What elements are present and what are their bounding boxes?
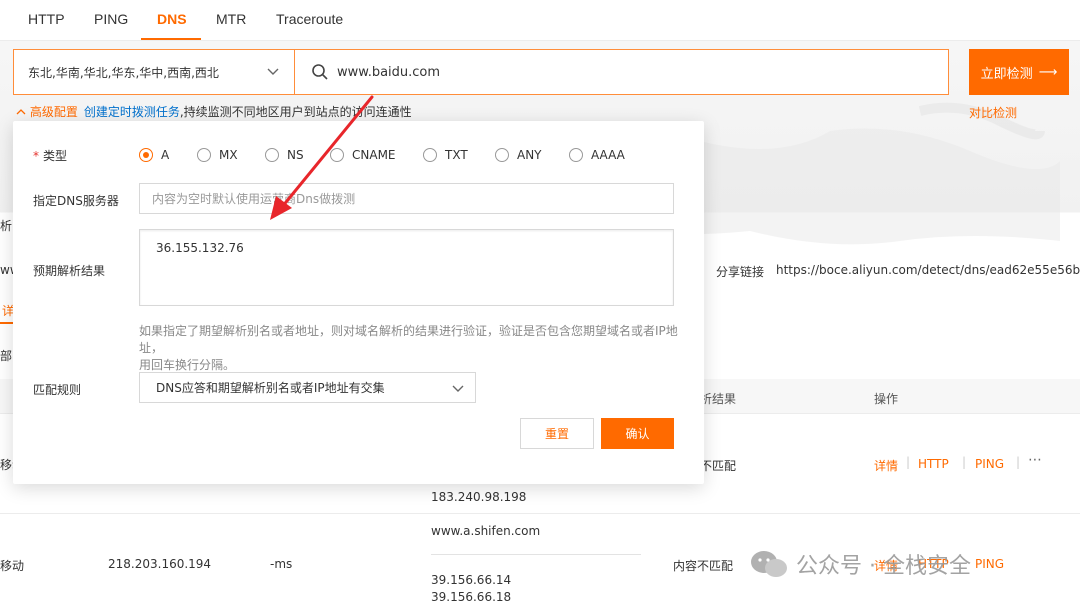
divider: |: [906, 455, 911, 469]
row-ip-line: 39.156.66.18: [431, 590, 512, 604]
row-match-status: 内容不匹配: [673, 559, 734, 573]
advanced-note: ,持续监测不同地区用户到站点的访问连通性: [179, 105, 412, 119]
dns-server-input[interactable]: 内容为空时默认使用运营商Dns做拨测: [139, 183, 674, 214]
radio-indicator: [265, 148, 279, 162]
radio-indicator: [330, 148, 344, 162]
radio-indicator: [423, 148, 437, 162]
expected-result-value: 36.155.132.76: [156, 241, 244, 255]
radio-label: NS: [287, 148, 304, 162]
chevron-up-icon: [16, 109, 26, 115]
active-tab-indicator: [141, 38, 201, 40]
chevron-down-icon: [266, 64, 280, 81]
row-ip: 183.240.98.198: [431, 490, 527, 504]
row-cname: www.a.shifen.com: [431, 524, 541, 538]
tab-ping[interactable]: PING: [94, 11, 128, 27]
advanced-toggle[interactable]: 高级配置: [16, 103, 78, 120]
protocol-tabs: HTTP PING DNS MTR Traceroute: [0, 0, 1080, 41]
wechat-icon: [751, 551, 787, 577]
radio-label: MX: [219, 148, 238, 162]
radio-indicator: [569, 148, 583, 162]
radio-indicator: [139, 148, 153, 162]
tab-traceroute[interactable]: Traceroute: [276, 11, 343, 27]
arrow-right-icon: ⟶: [1038, 64, 1058, 80]
row-divider: [0, 513, 1080, 514]
radio-mx[interactable]: MX: [197, 148, 238, 162]
partial-text: 析: [0, 219, 13, 233]
radio-label: TXT: [445, 148, 468, 162]
row-ping-link[interactable]: PING: [975, 457, 1004, 471]
type-label: * 类型: [33, 147, 67, 164]
more-icon[interactable]: ⋯: [1028, 452, 1043, 468]
row-carrier: 移动: [0, 559, 25, 573]
column-header-operation: 操作: [874, 392, 899, 406]
divider: |: [962, 455, 967, 469]
confirm-button[interactable]: 确认: [601, 418, 674, 449]
row-ip-line: 39.156.66.14: [431, 573, 512, 587]
detect-button[interactable]: 立即检测 ⟶: [969, 49, 1069, 95]
reset-button[interactable]: 重置: [520, 418, 594, 449]
match-rule-value: DNS应答和期望解析别名或者IP地址有交集: [156, 381, 385, 395]
row-match-status: 不匹配: [700, 459, 737, 473]
radio-any[interactable]: ANY: [495, 148, 542, 162]
tab-dns[interactable]: DNS: [157, 11, 187, 27]
detect-button-label: 立即检测: [980, 66, 1033, 82]
tab-http[interactable]: HTTP: [28, 11, 65, 27]
radio-label: CNAME: [352, 148, 396, 162]
expected-result-hint: 如果指定了期望解析别名或者地址，则对域名解析的结果进行验证，验证是否包含您期望域…: [139, 323, 679, 374]
match-rule-label: 匹配规则: [33, 383, 82, 397]
chevron-down-icon: [451, 381, 465, 398]
row-http-link[interactable]: HTTP: [918, 457, 949, 471]
radio-cname[interactable]: CNAME: [330, 148, 396, 162]
url-input[interactable]: www.baidu.com: [294, 49, 949, 95]
tab-mtr[interactable]: MTR: [216, 11, 246, 27]
advanced-toggle-label: 高级配置: [29, 105, 78, 119]
row-ip: 218.203.160.194: [108, 557, 212, 571]
type-label-text: 类型: [43, 149, 68, 163]
expected-result-label: 预期解析结果: [33, 264, 106, 278]
match-rule-select[interactable]: DNS应答和期望解析别名或者IP地址有交集: [139, 372, 476, 403]
region-select[interactable]: 东北,华南,华北,华东,华中,西南,西北: [13, 49, 295, 95]
radio-txt[interactable]: TXT: [423, 148, 468, 162]
radio-label: ANY: [517, 148, 542, 162]
partial-text: 部: [0, 349, 13, 363]
radio-label: A: [161, 148, 170, 162]
partial-underline: [0, 322, 13, 324]
create-task-link[interactable]: 创建定时拨测任务: [84, 105, 180, 119]
row-response-time: -ms: [270, 557, 293, 571]
radio-label: AAAA: [591, 148, 625, 162]
column-header-result: 析结果: [700, 392, 737, 406]
advanced-config-modal: * 类型 A MX NS CNAME TXT ANY AAAA 指定DNS服务器 …: [13, 121, 704, 484]
radio-indicator: [495, 148, 509, 162]
divider: |: [1016, 455, 1021, 469]
required-mark: *: [33, 149, 39, 163]
search-icon: [311, 63, 329, 85]
share-link-label: 分享链接: [716, 265, 765, 279]
expected-result-textarea[interactable]: 36.155.132.76: [139, 229, 674, 306]
radio-aaaa[interactable]: AAAA: [569, 148, 625, 162]
watermark: 公众号 · 全栈安全: [750, 548, 971, 580]
dns-server-placeholder: 内容为空时默认使用运营商Dns做拨测: [152, 192, 356, 206]
dns-server-label: 指定DNS服务器: [33, 194, 119, 208]
advanced-row: 高级配置 创建定时拨测任务,持续监测不同地区用户到站点的访问连通性: [16, 103, 412, 120]
row-ping-link[interactable]: PING: [975, 557, 1004, 571]
radio-a[interactable]: A: [139, 148, 169, 162]
hint-line: 如果指定了期望解析别名或者地址，则对域名解析的结果进行验证，验证是否包含您期望域…: [139, 324, 678, 355]
watermark-text: 公众号 · 全栈安全: [796, 554, 971, 579]
radio-indicator: [197, 148, 211, 162]
compare-link[interactable]: 对比检测: [969, 104, 1017, 121]
url-input-value: www.baidu.com: [337, 64, 441, 80]
row-details-link[interactable]: 详情: [874, 457, 898, 474]
region-select-value: 东北,华南,华北,华东,华中,西南,西北: [28, 65, 219, 80]
share-link-url[interactable]: https://boce.aliyun.com/detect/dns/ead62…: [776, 263, 1080, 277]
cell-divider: [431, 554, 641, 555]
radio-ns[interactable]: NS: [265, 148, 304, 162]
